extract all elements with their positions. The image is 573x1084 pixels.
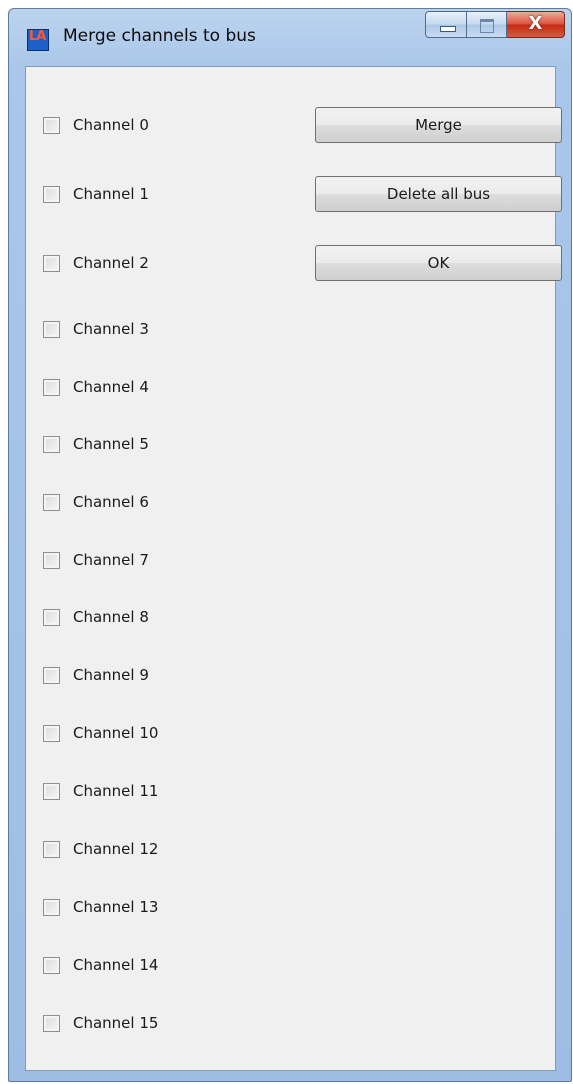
channel-label[interactable]: Channel 13 xyxy=(73,898,158,916)
channel-label[interactable]: Channel 10 xyxy=(73,724,158,742)
channel-checkbox[interactable] xyxy=(43,898,60,916)
channel-checkbox-row[interactable]: Channel 8 xyxy=(43,606,149,628)
channel-checkbox-row[interactable]: Channel 1 xyxy=(43,183,149,205)
close-button[interactable]: X xyxy=(507,11,565,38)
channel-checkbox[interactable] xyxy=(43,608,60,626)
channel-checkbox[interactable] xyxy=(43,1014,60,1032)
channel-checkbox-row[interactable]: Channel 12 xyxy=(43,838,158,860)
channel-label[interactable]: Channel 7 xyxy=(73,551,149,569)
channel-checkbox-row[interactable]: Channel 3 xyxy=(43,318,149,340)
minimize-button[interactable] xyxy=(425,11,467,38)
app-logo-icon[interactable]: LA xyxy=(27,29,49,51)
channel-label[interactable]: Channel 15 xyxy=(73,1014,158,1032)
minimize-icon xyxy=(440,26,456,32)
dialog-client-area: Channel 0 Channel 1 Channel 2 Channel 3 … xyxy=(25,66,562,1071)
channel-checkbox[interactable] xyxy=(43,956,60,974)
channel-checkbox-row[interactable]: Channel 0 xyxy=(43,114,149,136)
close-icon: X xyxy=(528,13,543,34)
merge-button[interactable]: Merge xyxy=(315,107,562,143)
channel-label[interactable]: Channel 14 xyxy=(73,956,158,974)
channel-checkbox[interactable] xyxy=(43,840,60,858)
channel-checkbox[interactable] xyxy=(43,378,60,396)
channel-checkbox[interactable] xyxy=(43,320,60,338)
dialog-window: LA Merge channels to bus X Channel 0 Cha… xyxy=(8,8,572,1082)
maximize-button[interactable] xyxy=(467,11,507,38)
channel-checkbox[interactable] xyxy=(43,435,60,453)
channel-checkbox-row[interactable]: Channel 5 xyxy=(43,433,149,455)
channel-label[interactable]: Channel 0 xyxy=(73,116,149,134)
ok-button[interactable]: OK xyxy=(315,245,562,281)
channel-label[interactable]: Channel 3 xyxy=(73,320,149,338)
channel-label[interactable]: Channel 9 xyxy=(73,666,149,684)
channel-checkbox-row[interactable]: Channel 6 xyxy=(43,491,149,513)
channel-checkbox-row[interactable]: Channel 7 xyxy=(43,549,149,571)
channel-checkbox-row[interactable]: Channel 10 xyxy=(43,722,158,744)
caption-buttons: X xyxy=(425,11,565,39)
channel-label[interactable]: Channel 6 xyxy=(73,493,149,511)
channel-checkbox-row[interactable]: Channel 13 xyxy=(43,896,158,918)
channel-checkbox[interactable] xyxy=(43,493,60,511)
channel-label[interactable]: Channel 5 xyxy=(73,435,149,453)
channel-checkbox[interactable] xyxy=(43,666,60,684)
channel-checkbox[interactable] xyxy=(43,782,60,800)
channel-checkbox-row[interactable]: Channel 2 xyxy=(43,252,149,274)
channel-checkbox-row[interactable]: Channel 4 xyxy=(43,376,149,398)
channel-checkbox[interactable] xyxy=(43,724,60,742)
channel-checkbox[interactable] xyxy=(43,254,60,272)
channel-checkbox-row[interactable]: Channel 14 xyxy=(43,954,158,976)
channel-checkbox-row[interactable]: Channel 15 xyxy=(43,1012,158,1034)
channel-label[interactable]: Channel 8 xyxy=(73,608,149,626)
title-bar[interactable]: LA Merge channels to bus X xyxy=(9,9,571,59)
delete-all-bus-button[interactable]: Delete all bus xyxy=(315,176,562,212)
channel-checkbox[interactable] xyxy=(43,116,60,134)
channel-checkbox-row[interactable]: Channel 9 xyxy=(43,664,149,686)
channel-label[interactable]: Channel 2 xyxy=(73,254,149,272)
channel-label[interactable]: Channel 11 xyxy=(73,782,158,800)
window-title: Merge channels to bus xyxy=(63,26,256,46)
channel-label[interactable]: Channel 12 xyxy=(73,840,158,858)
channel-checkbox-row[interactable]: Channel 11 xyxy=(43,780,158,802)
channel-checkbox[interactable] xyxy=(43,185,60,203)
channel-label[interactable]: Channel 4 xyxy=(73,378,149,396)
channel-checkbox[interactable] xyxy=(43,551,60,569)
channel-label[interactable]: Channel 1 xyxy=(73,185,149,203)
maximize-icon xyxy=(480,19,494,33)
